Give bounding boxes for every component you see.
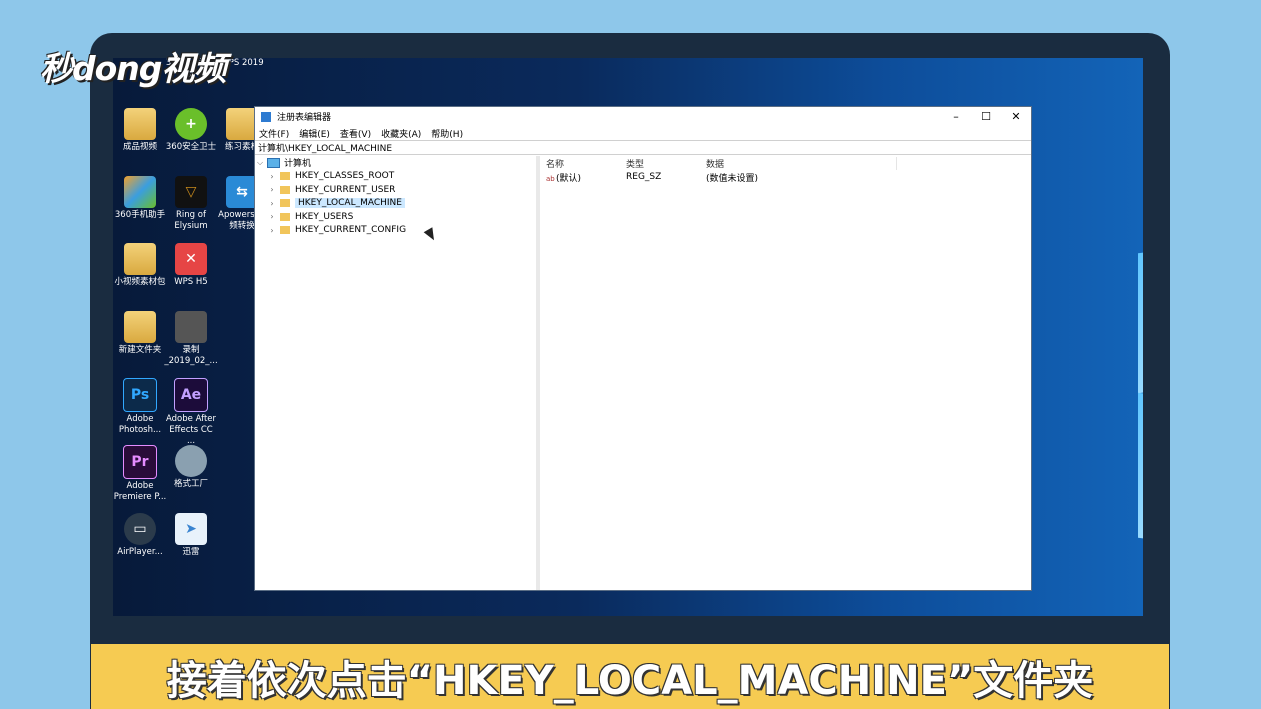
watermark-logo: 秒dong视频 [40,49,226,88]
folder-icon [280,212,290,221]
chevron-right-icon[interactable]: › [267,199,277,208]
tree-item-current-config[interactable]: › HKEY_CURRENT_CONFIG [255,224,536,238]
format-factory-icon [175,445,207,477]
subtitle-caption: 接着依次点击“HKEY_LOCAL_MACHINE”文件夹 [91,644,1169,709]
tree-item-classes-root[interactable]: › HKEY_CLASSES_ROOT [255,170,536,184]
regedit-window: 注册表编辑器 – ☐ ✕ 文件(F) 编辑(E) 查看(V) 收藏夹(A) 帮助… [254,106,1032,591]
tree-item-current-user[interactable]: › HKEY_CURRENT_USER [255,183,536,197]
thunder-icon: ➤ [175,513,207,545]
menu-bar: 文件(F) 编辑(E) 查看(V) 收藏夹(A) 帮助(H) [255,126,1031,140]
desktop-icon-thunder[interactable]: ➤ 迅雷 [164,513,218,558]
chevron-down-icon[interactable]: ⌵ [255,158,265,168]
photoshop-icon: Ps [123,378,157,412]
desktop-icon-360safe[interactable]: + 360安全卫士 [164,108,218,153]
game-icon: ▽ [175,176,207,208]
desktop-icon-airplayer[interactable]: ▭ AirPlayer... [113,513,167,558]
registry-tree: ⌵ 计算机 › HKEY_CLASSES_ROOT › HKEY_CURRENT… [255,156,540,590]
shield-icon: + [175,108,207,140]
chevron-right-icon[interactable]: › [267,185,277,194]
folder-icon [280,199,290,208]
video-icon [175,311,207,343]
wps-h5-icon: ✕ [175,243,207,275]
list-header: 名称 类型 数据 [540,156,1031,170]
menu-view[interactable]: 查看(V) [340,127,371,140]
desktop-icon-360phone[interactable]: 360手机助手 [113,176,167,221]
column-type[interactable]: 类型 [626,157,706,170]
desktop-icon-photoshop[interactable]: Ps Adobe Photosh... [113,378,167,436]
desktop-icon-recording[interactable]: 录制 _2019_02_... [164,311,218,367]
folder-icon [124,311,156,343]
chevron-right-icon[interactable]: › [267,172,277,181]
column-name[interactable]: 名称 [540,157,626,170]
tree-item-users[interactable]: › HKEY_USERS [255,210,536,224]
list-item[interactable]: ab(默认) REG_SZ (数值未设置) [540,170,1031,184]
desktop-icon-ring-of-elysium[interactable]: ▽ Ring of Elysium [164,176,218,232]
premiere-icon: Pr [123,445,157,479]
address-bar[interactable]: 计算机\HKEY_LOCAL_MACHINE [255,140,1031,155]
menu-file[interactable]: 文件(F) [259,127,289,140]
close-button[interactable]: ✕ [1001,107,1031,126]
folder-icon [124,108,156,140]
desktop-icon-premiere[interactable]: Pr Adobe Premiere P... [113,445,167,503]
maximize-button[interactable]: ☐ [971,107,1001,126]
folder-icon [124,243,156,275]
menu-help[interactable]: 帮助(H) [431,127,463,140]
menu-edit[interactable]: 编辑(E) [299,127,330,140]
tree-item-local-machine[interactable]: › HKEY_LOCAL_MACHINE [255,197,536,211]
after-effects-icon: Ae [174,378,208,412]
desktop-icon-chengpin[interactable]: 成品视频 [113,108,167,153]
chevron-right-icon[interactable]: › [267,226,277,235]
phone-icon [124,176,156,208]
folder-icon [280,226,290,235]
title-bar[interactable]: 注册表编辑器 – ☐ ✕ [255,107,1031,126]
folder-icon [280,185,290,194]
computer-icon [267,157,280,168]
folder-icon [280,172,290,181]
desktop-icon-after-effects[interactable]: Ae Adobe After Effects CC ... [164,378,218,447]
desktop-icon-xiaoshipin[interactable]: 小视频素材包 [113,243,167,288]
menu-favorites[interactable]: 收藏夹(A) [381,127,421,140]
desktop-icon-format-factory[interactable]: 格式工厂 [164,445,218,490]
windows-logo [1138,242,1143,549]
chevron-right-icon[interactable]: › [267,212,277,221]
desktop-icon-wps-h5[interactable]: ✕ WPS H5 [164,243,218,288]
minimize-button[interactable]: – [941,107,971,126]
values-list: 名称 类型 数据 ab(默认) REG_SZ (数值未设置) [540,156,1031,590]
airplayer-icon: ▭ [124,513,156,545]
tree-root[interactable]: ⌵ 计算机 [255,156,536,170]
column-data[interactable]: 数据 [706,156,897,170]
window-title: 注册表编辑器 [277,113,332,123]
string-value-icon: ab [546,174,555,183]
regedit-icon [261,111,271,122]
desktop-icon-new-folder[interactable]: 新建文件夹 [113,311,167,356]
